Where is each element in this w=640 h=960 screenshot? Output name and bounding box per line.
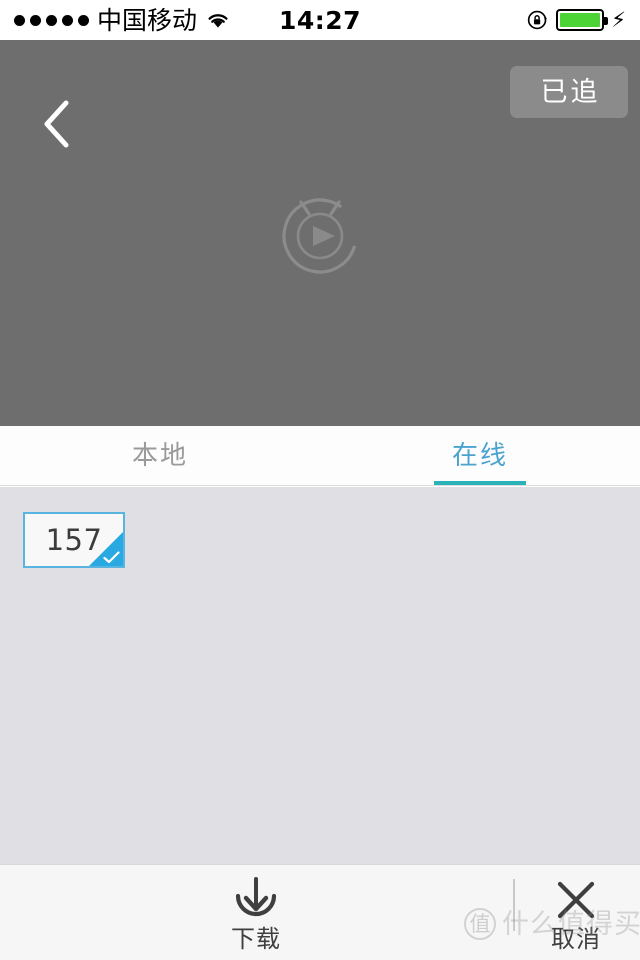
play-placeholder-icon[interactable]	[265, 178, 375, 288]
status-bar: 中国移动 14:27 ⚡	[0, 0, 640, 40]
follow-button-label: 已追	[540, 76, 601, 108]
check-icon	[103, 551, 120, 564]
content-tabs: 本地 在线	[0, 426, 640, 486]
close-icon-wrap	[553, 875, 599, 925]
phone-screen: 中国移动 14:27 ⚡ 已追 本地 在线 157 下载 取消 值 什么值得买	[0, 0, 640, 960]
download-button[interactable]: 下载	[196, 875, 316, 951]
back-chevron-icon	[44, 100, 69, 148]
status-bar-right: ⚡	[527, 9, 626, 31]
download-label: 下载	[231, 925, 281, 953]
download-icon	[235, 877, 277, 917]
episode-card[interactable]: 157	[23, 512, 125, 568]
video-player-area[interactable]: 已追	[0, 40, 640, 426]
follow-button[interactable]: 已追	[510, 66, 628, 118]
tab-online-label: 在线	[451, 440, 508, 471]
episode-grid: 157	[23, 512, 640, 568]
back-button[interactable]	[26, 92, 86, 156]
bottom-action-bar: 下载 取消	[0, 864, 640, 960]
tab-local[interactable]: 本地	[0, 426, 320, 485]
charging-bolt-icon: ⚡	[611, 7, 626, 32]
download-icon-wrap	[230, 875, 282, 925]
battery-icon	[556, 9, 609, 31]
tab-local-label: 本地	[131, 440, 188, 471]
cancel-button[interactable]: 取消	[516, 875, 636, 951]
tab-online[interactable]: 在线	[320, 426, 640, 485]
bottom-bar-divider	[513, 879, 515, 931]
episode-list-area: 157	[0, 487, 640, 864]
close-x-icon	[557, 881, 595, 919]
rotation-lock-icon	[528, 10, 548, 30]
cancel-label: 取消	[551, 925, 601, 953]
